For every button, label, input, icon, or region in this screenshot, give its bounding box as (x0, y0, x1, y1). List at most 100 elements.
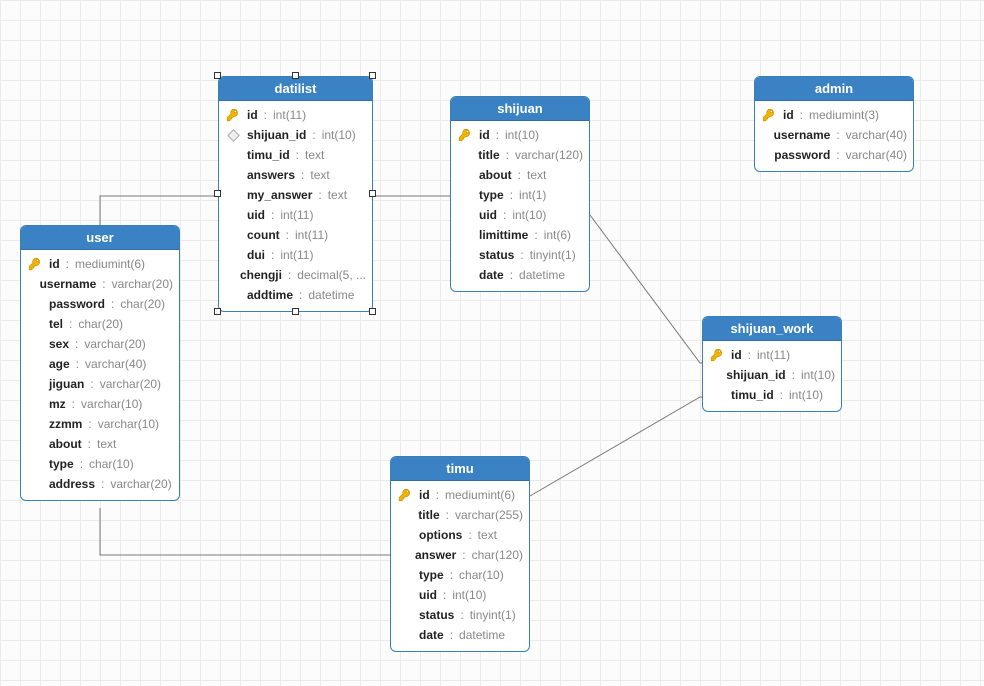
column-type: int(10) (789, 385, 823, 405)
column-row[interactable]: chengji: decimal(5, ... (225, 265, 366, 285)
entity-shijuan[interactable]: shijuan id: int(10)title: varchar(120)abo… (450, 96, 590, 292)
type-separator: : (780, 385, 783, 405)
primary-key-icon (709, 348, 725, 362)
column-row[interactable]: address: varchar(20) (27, 474, 173, 494)
column-name: answer (415, 545, 456, 565)
type-separator: : (102, 274, 105, 294)
column-row[interactable]: title: varchar(120) (457, 145, 583, 165)
column-row[interactable]: username: varchar(20) (27, 274, 173, 294)
column-name: date (479, 265, 504, 285)
column-row[interactable]: date: datetime (397, 625, 523, 645)
column-type: varchar(40) (85, 354, 146, 374)
column-row[interactable]: options: text (397, 525, 523, 545)
entity-header[interactable]: shijuan_work (703, 317, 841, 341)
column-row[interactable]: mz: varchar(10) (27, 394, 173, 414)
primary-key-icon (27, 257, 43, 271)
erd-canvas[interactable]: userid: mediumint(6)username: varchar(20… (0, 0, 984, 686)
column-row[interactable]: limittime: int(6) (457, 225, 583, 245)
connector-user-datilist (100, 196, 218, 225)
column-row[interactable]: uid: int(10) (397, 585, 523, 605)
type-separator: : (520, 245, 523, 265)
entity-admin[interactable]: adminid: mediumint(3)username: varchar(4… (754, 76, 914, 172)
column-row[interactable]: type: char(10) (397, 565, 523, 585)
column-row[interactable]: uid: int(10) (457, 205, 583, 225)
column-row[interactable]: timu_id: text (225, 145, 366, 165)
column-type: datetime (519, 265, 565, 285)
selection-handle[interactable] (214, 190, 221, 197)
column-row[interactable]: age: varchar(40) (27, 354, 173, 374)
column-name: limittime (479, 225, 528, 245)
column-row[interactable]: uid: int(11) (225, 205, 366, 225)
column-name: zzmm (49, 414, 82, 434)
selection-handle[interactable] (292, 308, 299, 315)
selection-handle[interactable] (214, 308, 221, 315)
column-row[interactable]: title: varchar(255) (397, 505, 523, 525)
column-row[interactable]: password: char(20) (27, 294, 173, 314)
column-type: int(11) (273, 105, 306, 125)
column-type: varchar(20) (112, 274, 173, 294)
column-row[interactable]: sex: varchar(20) (27, 334, 173, 354)
selection-handle[interactable] (369, 308, 376, 315)
selection-handle[interactable] (214, 72, 221, 79)
column-row[interactable]: username: varchar(40) (761, 125, 907, 145)
entity-datilist[interactable]: datilistid: int(11)shijuan_id: int(10)ti… (218, 76, 373, 312)
entity-header[interactable]: shijuan (451, 97, 589, 121)
entity-user[interactable]: user id: mediumint(6)username: varchar(20… (20, 225, 180, 501)
entity-shijuan_work[interactable]: shijuan_work id: int(11)shijuan_id: int(1… (702, 316, 842, 412)
column-row[interactable]: timu_id: int(10) (709, 385, 835, 405)
type-separator: : (468, 525, 471, 545)
column-row[interactable]: answer: char(120) (397, 545, 523, 565)
column-row[interactable]: status: tinyint(1) (457, 245, 583, 265)
entity-header[interactable]: admin (755, 77, 913, 101)
column-row[interactable]: dui: int(11) (225, 245, 366, 265)
primary-key-icon (761, 108, 777, 122)
column-type: varchar(20) (110, 474, 171, 494)
column-row[interactable]: type: char(10) (27, 454, 173, 474)
column-name: uid (419, 585, 437, 605)
primary-key-icon (225, 108, 241, 122)
column-row[interactable]: shijuan_id: int(10) (225, 125, 366, 145)
column-row[interactable]: password: varchar(40) (761, 145, 907, 165)
column-row[interactable]: id: mediumint(6) (397, 485, 523, 505)
entity-timu[interactable]: timu id: mediumint(6)title: varchar(255)o… (390, 456, 530, 652)
type-separator: : (450, 565, 453, 585)
type-separator: : (66, 254, 69, 274)
column-type: int(10) (505, 125, 539, 145)
entity-header[interactable]: user (21, 226, 179, 250)
type-separator: : (271, 205, 274, 225)
column-row[interactable]: my_answer: text (225, 185, 366, 205)
column-row[interactable]: id: mediumint(6) (27, 254, 173, 274)
column-row[interactable]: shijuan_id: int(10) (709, 365, 835, 385)
type-separator: : (450, 625, 453, 645)
selection-handle[interactable] (369, 72, 376, 79)
column-name: id (419, 485, 430, 505)
column-row[interactable]: id: mediumint(3) (761, 105, 907, 125)
column-row[interactable]: status: tinyint(1) (397, 605, 523, 625)
type-separator: : (88, 414, 91, 434)
column-type: char(120) (472, 545, 523, 565)
column-row[interactable]: type: int(1) (457, 185, 583, 205)
column-row[interactable]: jiguan: varchar(20) (27, 374, 173, 394)
entity-fields: id: mediumint(3)username: varchar(40)pas… (755, 101, 913, 171)
column-row[interactable]: id: int(11) (709, 345, 835, 365)
type-separator: : (288, 265, 291, 285)
selection-handle[interactable] (292, 72, 299, 79)
column-row[interactable]: date: datetime (457, 265, 583, 285)
column-type: int(11) (295, 225, 328, 245)
selection-handle[interactable] (369, 190, 376, 197)
column-row[interactable]: id: int(11) (225, 105, 366, 125)
column-type: varchar(40) (846, 145, 907, 165)
column-row[interactable]: about: text (27, 434, 173, 454)
column-row[interactable]: answers: text (225, 165, 366, 185)
column-name: count (247, 225, 280, 245)
column-row[interactable]: count: int(11) (225, 225, 366, 245)
column-type: varchar(255) (455, 505, 523, 525)
entity-fields: id: int(11)shijuan_id: int(10)timu_id: t… (219, 101, 372, 311)
column-row[interactable]: about: text (457, 165, 583, 185)
column-row[interactable]: tel: char(20) (27, 314, 173, 334)
entity-header[interactable]: datilist (219, 77, 372, 101)
column-row[interactable]: addtime: datetime (225, 285, 366, 305)
entity-header[interactable]: timu (391, 457, 529, 481)
column-row[interactable]: id: int(10) (457, 125, 583, 145)
column-row[interactable]: zzmm: varchar(10) (27, 414, 173, 434)
